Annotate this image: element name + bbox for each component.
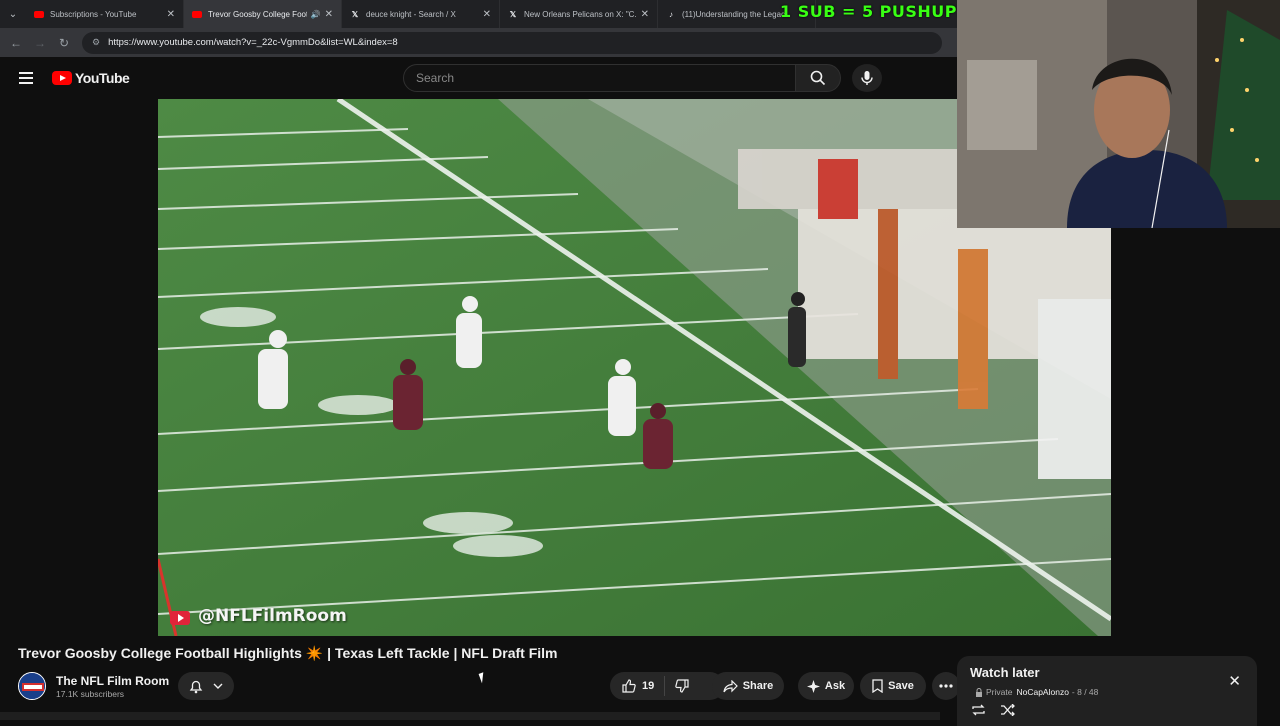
watermark-play-icon [170, 611, 190, 625]
share-icon [723, 679, 738, 692]
reload-icon[interactable]: ↻ [52, 29, 76, 57]
title-text-1: Trevor Goosby College Football Highlight… [18, 645, 302, 661]
address-bar: ← → ↻ ⚙ https://www.youtube.com/watch?v=… [0, 28, 957, 57]
search-placeholder: Search [416, 71, 455, 85]
youtube-icon [192, 10, 202, 18]
like-count: 19 [642, 680, 655, 692]
video-title: Trevor Goosby College Football Highlight… [18, 645, 557, 662]
voice-search-button[interactable] [852, 64, 882, 92]
shuffle-icon[interactable] [1000, 704, 1015, 716]
stream-overlay-text: 1 SUB = 5 PUSHUPS [780, 2, 970, 21]
title-text-2: | Texas Left Tackle | NFL Draft Film [327, 645, 558, 661]
speaker-icon[interactable]: 🔊 [311, 10, 321, 19]
browser-tab[interactable]: 𝕏 deuce knight - Search / X ✕ [342, 0, 500, 28]
playlist-position: - 8 / 48 [1071, 687, 1099, 697]
watch-later-panel: Watch later Private NoCapAlonzo - 8 / 48… [957, 656, 1257, 726]
channel-avatar[interactable] [18, 672, 46, 700]
microphone-icon [861, 71, 873, 85]
back-icon[interactable]: ← [4, 29, 28, 57]
youtube-play-icon [52, 71, 72, 85]
browser-tab[interactable]: Subscriptions - YouTube ✕ [26, 0, 184, 28]
subscribed-button[interactable] [178, 672, 234, 700]
search-icon [810, 70, 826, 86]
tab-title: New Orleans Pelicans on X: "C... [524, 9, 637, 19]
browser-tab[interactable]: 𝕏 New Orleans Pelicans on X: "C... ✕ [500, 0, 658, 28]
url-field[interactable]: ⚙ https://www.youtube.com/watch?v=_22c-V… [82, 31, 942, 54]
lock-icon [976, 687, 982, 697]
bell-icon [189, 680, 203, 693]
webcam-frame [957, 0, 1280, 228]
channel-name[interactable]: The NFL Film Room [56, 674, 169, 688]
thumbs-down-icon [675, 679, 689, 693]
x-icon: 𝕏 [509, 9, 517, 19]
youtube-icon [34, 10, 44, 18]
site-info-icon[interactable]: ⚙ [92, 37, 100, 48]
youtube-header: YouTube Search [0, 57, 957, 99]
tab-search-icon[interactable]: ⌄ [0, 0, 26, 28]
playlist-privacy: Private [986, 687, 1013, 697]
below-content-strip [0, 712, 940, 720]
search-input[interactable]: Search [403, 64, 796, 92]
playlist-controls [971, 704, 1015, 716]
like-dislike-group: 19 [610, 672, 724, 700]
url-text: https://www.youtube.com/watch?v=_22c-Vgm… [108, 37, 398, 48]
playlist-title[interactable]: Watch later [970, 665, 1040, 680]
tab-title: deuce knight - Search / X [366, 9, 456, 19]
dislike-button[interactable] [665, 679, 699, 693]
tab-title: Subscriptions - YouTube [50, 9, 137, 19]
close-tab-icon[interactable]: ✕ [325, 9, 333, 20]
search-button[interactable] [795, 64, 841, 92]
bookmark-icon [872, 679, 883, 693]
loop-icon[interactable] [971, 704, 986, 716]
like-button[interactable]: 19 [610, 676, 666, 696]
close-tab-icon[interactable]: ✕ [641, 9, 649, 20]
logo-text: YouTube [75, 70, 130, 86]
share-label: Share [742, 680, 774, 692]
x-icon: 𝕏 [351, 9, 359, 19]
playlist-meta: Private NoCapAlonzo - 8 / 48 [975, 687, 1098, 697]
close-icon[interactable]: ✕ [1228, 672, 1241, 690]
save-label: Save [888, 680, 914, 692]
share-button[interactable]: Share [712, 672, 784, 700]
title-emoji: ✴️ [305, 645, 324, 661]
video-watermark: @NFLFilmRoom [198, 606, 347, 626]
webcam-overlay [957, 0, 1280, 228]
ask-button[interactable]: Ask [798, 672, 854, 700]
ask-label: Ask [824, 680, 846, 692]
youtube-logo[interactable]: YouTube [52, 70, 130, 86]
menu-icon[interactable] [0, 77, 52, 79]
close-tab-icon[interactable]: ✕ [167, 9, 175, 20]
browser-tab-active[interactable]: Trevor Goosby College Foot 🔊 ✕ [184, 0, 342, 28]
forward-icon[interactable]: → [28, 29, 52, 57]
more-horizontal-icon [939, 684, 953, 688]
more-actions-button[interactable] [932, 672, 960, 700]
thumbs-up-icon [622, 679, 636, 693]
playlist-owner[interactable]: NoCapAlonzo [1016, 687, 1068, 697]
avatar-logo [19, 673, 45, 699]
sparkle-icon [806, 679, 820, 693]
tab-title: Trevor Goosby College Foot [208, 9, 307, 19]
tiktok-icon: ♪ [669, 9, 673, 19]
subscriber-count: 17.1K subscribers [56, 689, 125, 699]
close-tab-icon[interactable]: ✕ [483, 9, 491, 20]
save-button[interactable]: Save [860, 672, 926, 700]
chevron-down-icon [213, 683, 223, 689]
